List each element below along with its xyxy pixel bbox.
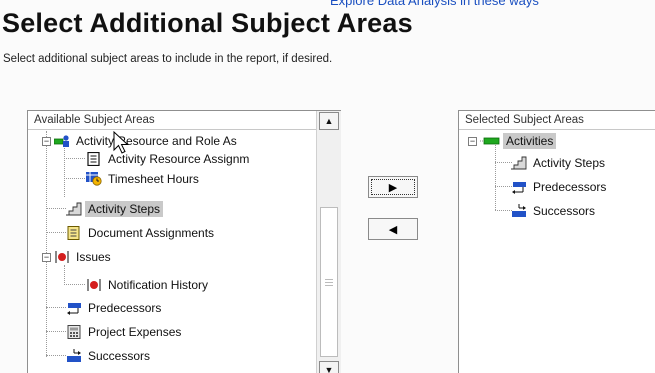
- selected-tree-item-successors[interactable]: Successors: [511, 201, 598, 221]
- selected-subject-areas-panel: Selected Subject Areas − Activities Acti…: [458, 110, 655, 373]
- scroll-up-button[interactable]: ▲: [319, 112, 339, 130]
- successor-icon: [511, 204, 527, 218]
- steps-icon: [66, 202, 82, 216]
- scroll-thumb[interactable]: [320, 207, 338, 357]
- scroll-down-button[interactable]: ▼: [319, 361, 339, 373]
- tree-item-document-assignments[interactable]: Document Assignments: [66, 223, 217, 243]
- available-tree: − Activity Resource and Role As Activity…: [28, 131, 316, 373]
- tree-item-activities[interactable]: Activities: [480, 131, 557, 151]
- tree-item-activity-resource-and-role[interactable]: Activity Resource and Role As: [53, 131, 240, 151]
- page-subtitle: Select additional subject areas to inclu…: [3, 53, 333, 65]
- tree-item-successors[interactable]: Successors: [66, 346, 153, 366]
- collapse-toggle-resource-role[interactable]: −: [42, 137, 51, 146]
- available-subject-areas-panel: Available Subject Areas − Activity Resou…: [27, 110, 341, 373]
- issues-icon: [54, 250, 70, 264]
- tree-item-activity-resource-assignments[interactable]: Activity Resource Assignm: [86, 149, 252, 169]
- steps-icon: [511, 156, 527, 170]
- selected-panel-header: Selected Subject Areas: [459, 111, 655, 130]
- predecessor-icon: [66, 301, 82, 315]
- document-icon: [86, 151, 102, 167]
- tree-item-notification-history[interactable]: Notification History: [86, 275, 211, 295]
- page-title: Select Additional Subject Areas: [2, 8, 413, 38]
- activities-icon: [480, 134, 500, 148]
- selected-tree-item-predecessors[interactable]: Predecessors: [511, 177, 609, 197]
- successor-icon: [66, 349, 82, 363]
- tree-item-issues[interactable]: Issues: [54, 247, 114, 267]
- tree-item-timesheet-hours[interactable]: Timesheet Hours: [86, 169, 202, 189]
- timesheet-icon: [86, 172, 102, 186]
- expenses-icon: [66, 325, 82, 339]
- mouse-pointer-icon: [113, 131, 129, 154]
- selected-tree: − Activities Activity Steps Predecessors…: [459, 131, 655, 373]
- available-scrollbar[interactable]: ▲ ▼: [316, 111, 341, 373]
- collapse-toggle-activities[interactable]: −: [468, 137, 477, 146]
- resource-role-icon: [53, 134, 70, 148]
- available-panel-header: Available Subject Areas: [28, 111, 340, 130]
- add-subject-area-button[interactable]: ▶: [368, 176, 418, 198]
- tree-item-predecessors[interactable]: Predecessors: [66, 298, 164, 318]
- predecessor-icon: [511, 180, 527, 194]
- issues-icon: [86, 278, 102, 292]
- tree-item-project-expenses[interactable]: Project Expenses: [66, 322, 184, 342]
- remove-subject-area-button[interactable]: ◀: [368, 218, 418, 240]
- document-assignment-icon: [66, 226, 82, 240]
- collapse-toggle-issues[interactable]: −: [42, 253, 51, 262]
- grip-icon: [325, 278, 333, 286]
- selected-tree-item-activity-steps[interactable]: Activity Steps: [511, 153, 608, 173]
- tree-item-activity-steps[interactable]: Activity Steps: [66, 199, 164, 219]
